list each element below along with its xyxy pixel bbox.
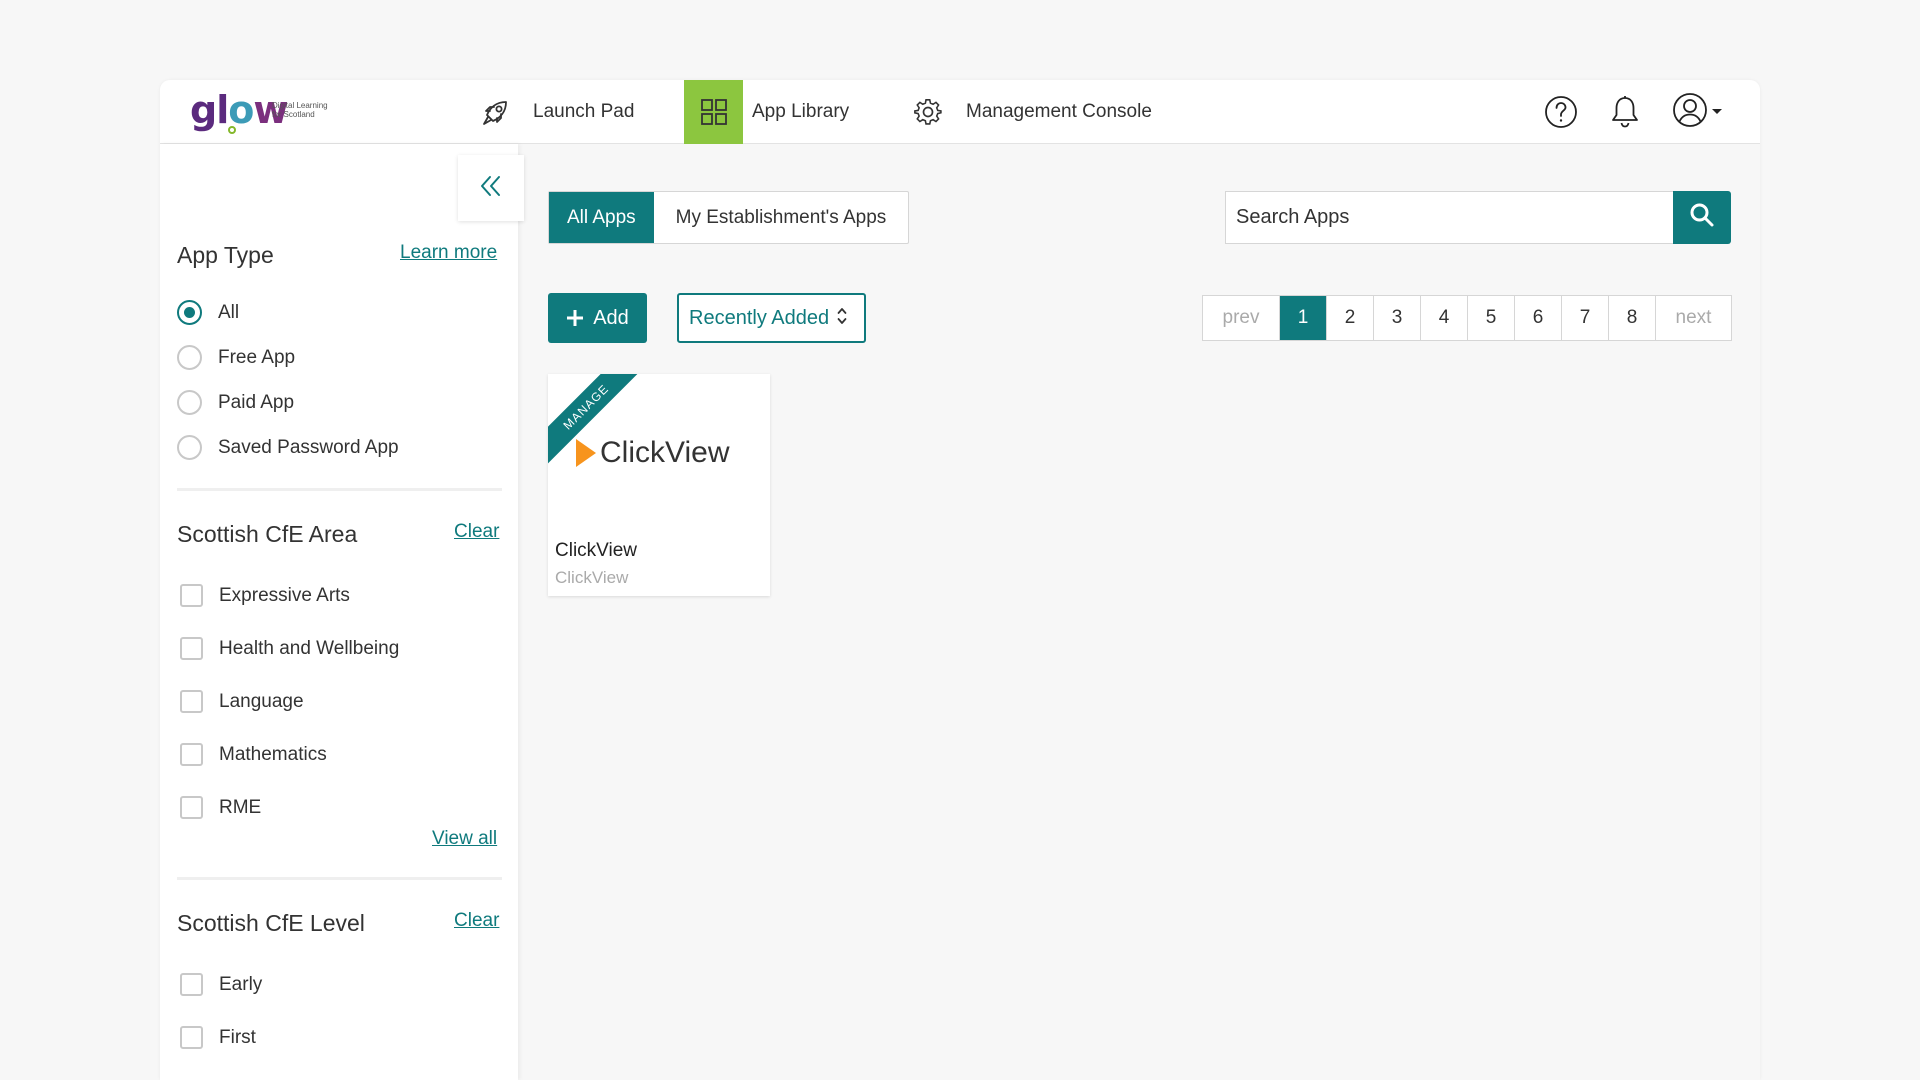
checkbox-health-wellbeing[interactable]: Health and Wellbeing: [177, 637, 399, 660]
radio-app-type-all[interactable]: All: [177, 300, 239, 325]
app-card-subtitle: ClickView: [555, 568, 629, 587]
pagination-prev[interactable]: prev: [1203, 296, 1279, 340]
nav-app-library[interactable]: App Library: [684, 80, 849, 144]
section-divider: [177, 488, 502, 491]
pagination-next[interactable]: next: [1655, 296, 1731, 340]
tab-my-establishment-apps[interactable]: My Establishment's Apps: [654, 192, 909, 243]
pagination-page[interactable]: 8: [1608, 296, 1655, 340]
grid-icon: [684, 80, 743, 144]
nav-app-library-label: App Library: [752, 101, 850, 122]
pagination: prev 1 2 3 4 5 6 7 8 next: [1202, 295, 1732, 341]
checkbox-mathematics[interactable]: Mathematics: [177, 743, 327, 766]
radio-app-type-paid[interactable]: Paid App: [177, 390, 294, 415]
sort-label: Recently Added: [689, 306, 830, 329]
section-divider: [177, 877, 502, 880]
checkbox-expressive-arts[interactable]: Expressive Arts: [177, 584, 350, 607]
logo-tagline-line2: for Scotland: [272, 110, 315, 119]
nav-launch-pad-label: Launch Pad: [533, 101, 635, 122]
plus-icon: [566, 304, 584, 332]
nav-launch-pad[interactable]: Launch Pad: [480, 80, 634, 144]
cfe-level-clear-link[interactable]: Clear: [454, 910, 499, 932]
app-card-title: ClickView: [555, 540, 638, 561]
radio-label: Paid App: [218, 391, 295, 413]
pagination-page[interactable]: 1: [1279, 296, 1326, 340]
checkbox-label: Mathematics: [219, 743, 327, 765]
cfe-area-title: Scottish CfE Area: [177, 521, 358, 547]
checkbox-label: Early: [219, 973, 263, 995]
checkbox-label: RME: [219, 796, 262, 818]
checkbox-rme[interactable]: RME: [177, 796, 261, 819]
bell-icon[interactable]: [1607, 94, 1643, 130]
radio-label: Free App: [218, 346, 296, 368]
search-placeholder: Search Apps: [1236, 206, 1350, 228]
checkbox-label: Health and Wellbeing: [219, 637, 400, 659]
radio-button[interactable]: [177, 345, 202, 370]
checkbox[interactable]: [180, 637, 203, 660]
checkbox-label: Expressive Arts: [219, 584, 350, 606]
top-navigation: glow Digital Learning for Scotland Launc…: [160, 80, 1760, 144]
sort-dropdown[interactable]: Recently Added: [677, 293, 866, 343]
app-card-clickview[interactable]: MANAGE ClickView ClickView ClickView: [548, 374, 770, 596]
pagination-page[interactable]: 7: [1561, 296, 1608, 340]
help-icon[interactable]: [1543, 94, 1579, 130]
checkbox[interactable]: [180, 690, 203, 713]
add-app-button[interactable]: Add: [548, 293, 647, 343]
glow-logo[interactable]: glow Digital Learning for Scotland: [190, 88, 350, 138]
add-button-label: Add: [593, 306, 629, 329]
checkbox-label: First: [219, 1026, 256, 1048]
gear-icon: [912, 96, 944, 128]
rocket-icon: [480, 96, 512, 128]
radio-app-type-saved-password[interactable]: Saved Password App: [177, 435, 399, 460]
checkbox[interactable]: [180, 1026, 203, 1049]
checkbox-language[interactable]: Language: [177, 690, 304, 713]
filter-sidebar: App Type Learn more All Free App Paid Ap…: [160, 144, 524, 1080]
radio-label: All: [218, 301, 240, 323]
logo-dot: [228, 126, 236, 134]
radio-label: Saved Password App: [218, 436, 399, 458]
pagination-page[interactable]: 5: [1467, 296, 1514, 340]
logo-tagline: Digital Learning for Scotland: [272, 101, 328, 119]
app-window: glow Digital Learning for Scotland Launc…: [160, 80, 1760, 1080]
pagination-page[interactable]: 6: [1514, 296, 1561, 340]
radio-button[interactable]: [177, 435, 202, 460]
search-icon: [1689, 202, 1715, 233]
clickview-play-icon: [576, 439, 596, 467]
pagination-page[interactable]: 2: [1326, 296, 1373, 340]
collapse-sidebar-button[interactable]: [458, 155, 524, 221]
radio-button[interactable]: [177, 300, 202, 325]
radio-button[interactable]: [177, 390, 202, 415]
clickview-logo: ClickView: [576, 436, 729, 470]
sort-arrows-icon: [837, 307, 847, 330]
clickview-logo-text: ClickView: [600, 436, 730, 469]
user-icon: [1672, 92, 1708, 133]
radio-app-type-free[interactable]: Free App: [177, 345, 295, 370]
logo-tagline-line1: Digital Learning: [272, 101, 328, 110]
chevron-down-icon: [1711, 103, 1723, 121]
checkbox[interactable]: [180, 796, 203, 819]
cfe-level-title: Scottish CfE Level: [177, 910, 365, 936]
search-button[interactable]: [1673, 191, 1731, 244]
checkbox-label: Language: [219, 690, 304, 712]
checkbox-first[interactable]: First: [177, 1026, 256, 1049]
search-input[interactable]: Search Apps: [1225, 191, 1674, 244]
chevron-double-left-icon: [479, 174, 503, 203]
tab-all-apps[interactable]: All Apps: [549, 192, 654, 243]
app-scope-tabs: All Apps My Establishment's Apps: [548, 191, 910, 244]
checkbox-early[interactable]: Early: [177, 973, 262, 996]
user-menu[interactable]: [1672, 92, 1730, 133]
pagination-page[interactable]: 3: [1373, 296, 1420, 340]
cfe-area-view-all-link[interactable]: View all: [432, 828, 497, 850]
cfe-area-clear-link[interactable]: Clear: [454, 521, 499, 543]
nav-management-console[interactable]: Management Console: [912, 80, 1152, 144]
nav-management-console-label: Management Console: [966, 101, 1152, 122]
learn-more-link[interactable]: Learn more: [400, 242, 497, 264]
checkbox[interactable]: [180, 973, 203, 996]
app-type-title: App Type: [177, 242, 274, 268]
checkbox[interactable]: [180, 584, 203, 607]
pagination-page[interactable]: 4: [1420, 296, 1467, 340]
checkbox[interactable]: [180, 743, 203, 766]
